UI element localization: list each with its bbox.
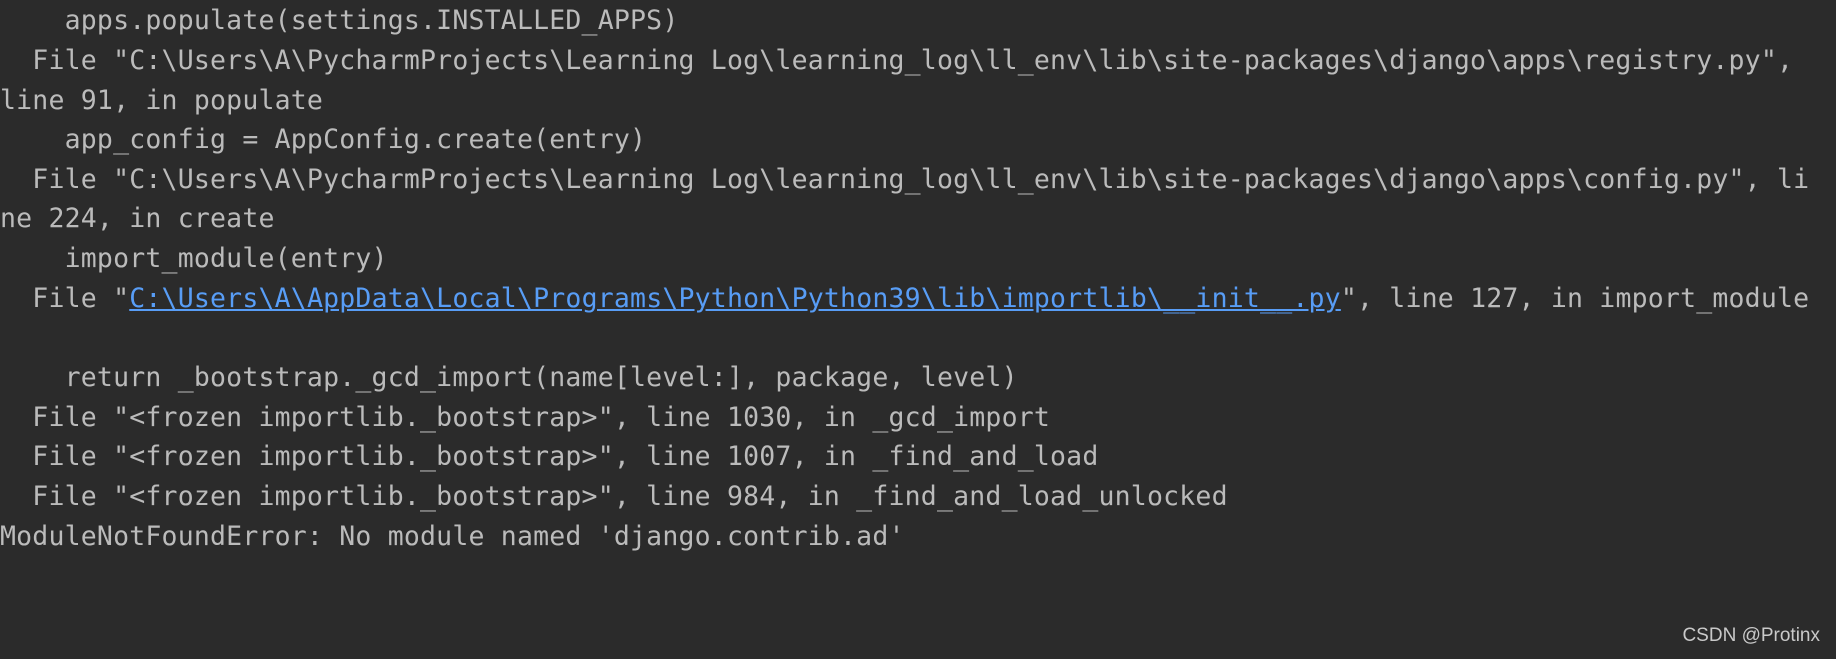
file-path-link[interactable]: C:\Users\A\AppData\Local\Programs\Python…: [129, 283, 1341, 314]
console-output: apps.populate(settings.INSTALLED_APPS) F…: [0, 0, 1836, 659]
traceback-line-prefix: File ": [0, 283, 130, 314]
watermark: CSDN @Protinx: [1682, 625, 1820, 646]
error-message-line: ModuleNotFoundError: No module named 'dj…: [0, 521, 905, 552]
traceback-line-with-link: File "C:\Users\A\AppData\Local\Programs\…: [0, 276, 1809, 322]
traceback-line-suffix: ", line 127, in import_module: [1340, 283, 1810, 314]
